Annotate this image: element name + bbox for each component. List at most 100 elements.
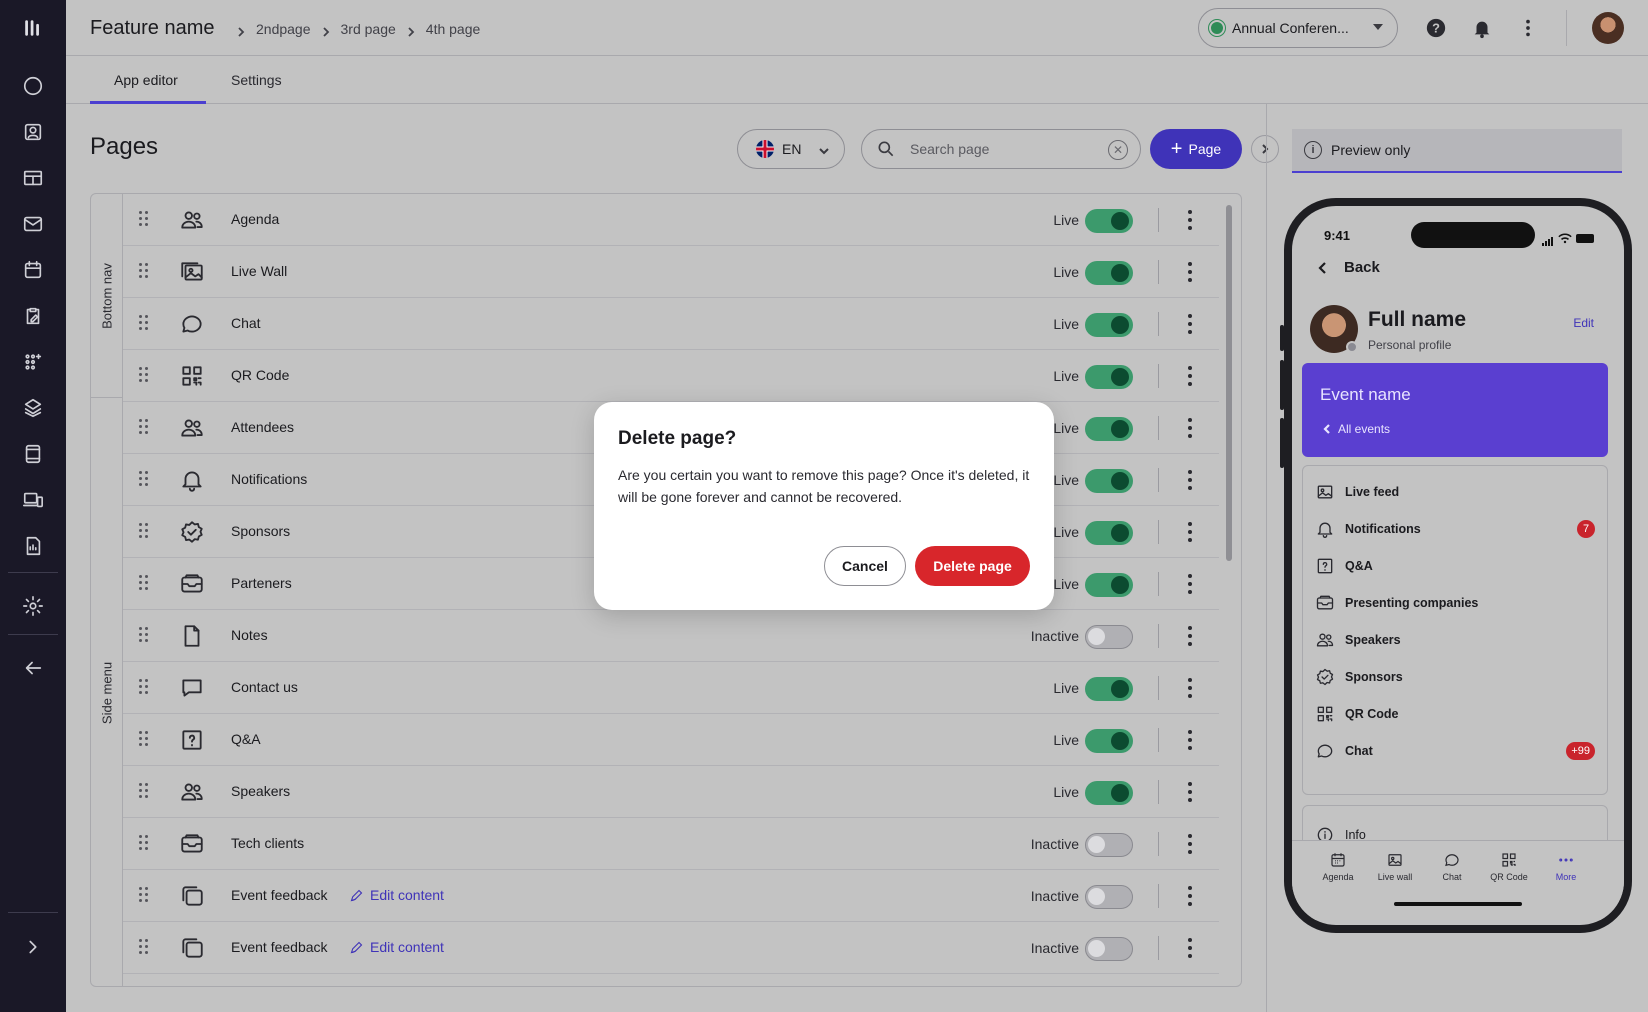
more-vertical-icon[interactable]	[1187, 886, 1193, 906]
page-row[interactable]: Tech clients Inactive	[123, 818, 1219, 870]
devices-icon[interactable]	[21, 488, 45, 512]
phone-menu-item[interactable]: Speakers	[1315, 628, 1401, 652]
page-row[interactable]: Chat Live	[123, 298, 1219, 350]
phone-menu-item[interactable]: Live feed	[1315, 480, 1399, 504]
drag-handle-icon[interactable]	[139, 367, 149, 385]
drag-handle-icon[interactable]	[139, 731, 149, 749]
tab-app-editor[interactable]: App editor	[114, 72, 178, 88]
arrow-left-icon[interactable]	[21, 656, 45, 680]
phone-menu-item[interactable]: Presenting companies	[1315, 591, 1478, 615]
drag-handle-icon[interactable]	[139, 835, 149, 853]
phone-tab-agenda[interactable]: Agenda	[1308, 851, 1368, 882]
breadcrumb-item[interactable]: 4th page	[426, 21, 481, 37]
page-row[interactable]: Agenda Live	[123, 194, 1219, 246]
more-vertical-icon[interactable]	[1187, 522, 1193, 542]
drag-handle-icon[interactable]	[139, 263, 149, 281]
tab-settings[interactable]: Settings	[231, 72, 282, 88]
page-row[interactable]: Event feedback Edit content Inactive	[123, 922, 1219, 974]
add-page-button[interactable]: + Page	[1150, 129, 1242, 169]
drag-handle-icon[interactable]	[139, 315, 149, 333]
phone-menu-item[interactable]: Notifications	[1315, 517, 1421, 541]
page-row[interactable]: Contact us Live	[123, 662, 1219, 714]
phone-tab-more[interactable]: More	[1536, 851, 1596, 882]
more-vertical-icon[interactable]	[1187, 574, 1193, 594]
breadcrumb-item[interactable]: 2ndpage	[256, 21, 311, 37]
apps-sparkle-icon[interactable]	[21, 350, 45, 374]
more-vertical-icon[interactable]	[1187, 938, 1193, 958]
event-card[interactable]: Event name All events	[1302, 363, 1608, 457]
mail-icon[interactable]	[21, 212, 45, 236]
more-vertical-icon[interactable]	[1187, 366, 1193, 386]
phone-menu-item[interactable]: QR Code	[1315, 702, 1398, 726]
page-row[interactable]: Event feedback Edit content Inactive	[123, 870, 1219, 922]
page-live-toggle[interactable]	[1085, 937, 1133, 961]
page-live-toggle[interactable]	[1085, 365, 1133, 389]
scrollbar[interactable]	[1226, 205, 1232, 561]
event-selector[interactable]: Annual Conferen...	[1198, 8, 1398, 48]
page-row[interactable]: Notes Inactive	[123, 610, 1219, 662]
more-vertical-icon[interactable]	[1187, 626, 1193, 646]
drag-handle-icon[interactable]	[139, 679, 149, 697]
gear-icon[interactable]	[21, 594, 45, 618]
clear-search-icon[interactable]: ✕	[1108, 140, 1128, 160]
drag-handle-icon[interactable]	[139, 783, 149, 801]
clipboard-edit-icon[interactable]	[21, 304, 45, 328]
dashboard-icon[interactable]	[21, 74, 45, 98]
more-vertical-icon[interactable]	[1187, 678, 1193, 698]
layout-icon[interactable]	[21, 166, 45, 190]
page-live-toggle[interactable]	[1085, 885, 1133, 909]
page-row[interactable]: Speakers Live	[123, 766, 1219, 818]
page-live-toggle[interactable]	[1085, 573, 1133, 597]
more-vertical-icon[interactable]	[1187, 314, 1193, 334]
phone-tab-chat[interactable]: Chat	[1422, 851, 1482, 882]
page-live-toggle[interactable]	[1085, 261, 1133, 285]
cancel-button[interactable]: Cancel	[824, 546, 906, 586]
phone-menu-item[interactable]: Chat	[1315, 739, 1373, 763]
page-live-toggle[interactable]	[1085, 521, 1133, 545]
delete-page-button[interactable]: Delete page	[915, 546, 1030, 586]
page-live-toggle[interactable]	[1085, 729, 1133, 753]
bell-icon[interactable]	[1470, 16, 1494, 40]
help-icon[interactable]: ?	[1424, 16, 1448, 40]
page-live-toggle[interactable]	[1085, 469, 1133, 493]
more-vertical-icon[interactable]	[1516, 16, 1540, 40]
drag-handle-icon[interactable]	[139, 471, 149, 489]
more-vertical-icon[interactable]	[1187, 210, 1193, 230]
more-vertical-icon[interactable]	[1187, 782, 1193, 802]
page-live-toggle[interactable]	[1085, 677, 1133, 701]
drag-handle-icon[interactable]	[139, 419, 149, 437]
expand-rail-icon[interactable]	[21, 935, 45, 959]
phone-menu-item[interactable]: Sponsors	[1315, 665, 1403, 689]
page-row[interactable]: QR Code Live	[123, 350, 1219, 402]
calendar-icon[interactable]	[21, 258, 45, 282]
tablet-icon[interactable]	[21, 442, 45, 466]
phone-tab-live-wall[interactable]: Live wall	[1365, 851, 1425, 882]
page-row[interactable]: Live Wall Live	[123, 246, 1219, 298]
layers-icon[interactable]	[21, 396, 45, 420]
logo-icon[interactable]	[21, 16, 45, 40]
page-live-toggle[interactable]	[1085, 417, 1133, 441]
drag-handle-icon[interactable]	[139, 523, 149, 541]
edit-content-link[interactable]: Edit content	[349, 939, 444, 955]
page-row[interactable]: Q&A Live	[123, 714, 1219, 766]
page-live-toggle[interactable]	[1085, 209, 1133, 233]
report-icon[interactable]	[21, 534, 45, 558]
contacts-icon[interactable]	[21, 120, 45, 144]
page-live-toggle[interactable]	[1085, 625, 1133, 649]
search-input[interactable]	[910, 141, 1100, 157]
drag-handle-icon[interactable]	[139, 211, 149, 229]
phone-menu-item[interactable]: Q&A	[1315, 554, 1373, 578]
page-live-toggle[interactable]	[1085, 313, 1133, 337]
phone-tab-qr-code[interactable]: QR Code	[1479, 851, 1539, 882]
more-vertical-icon[interactable]	[1187, 730, 1193, 750]
profile-edit-link[interactable]: Edit	[1573, 316, 1594, 330]
drag-handle-icon[interactable]	[139, 887, 149, 905]
drag-handle-icon[interactable]	[139, 939, 149, 957]
more-vertical-icon[interactable]	[1187, 262, 1193, 282]
drag-handle-icon[interactable]	[139, 575, 149, 593]
more-vertical-icon[interactable]	[1187, 418, 1193, 438]
drag-handle-icon[interactable]	[139, 627, 149, 645]
breadcrumb-item[interactable]: 3rd page	[341, 21, 396, 37]
collapse-panel-button[interactable]	[1251, 135, 1279, 163]
more-vertical-icon[interactable]	[1187, 834, 1193, 854]
